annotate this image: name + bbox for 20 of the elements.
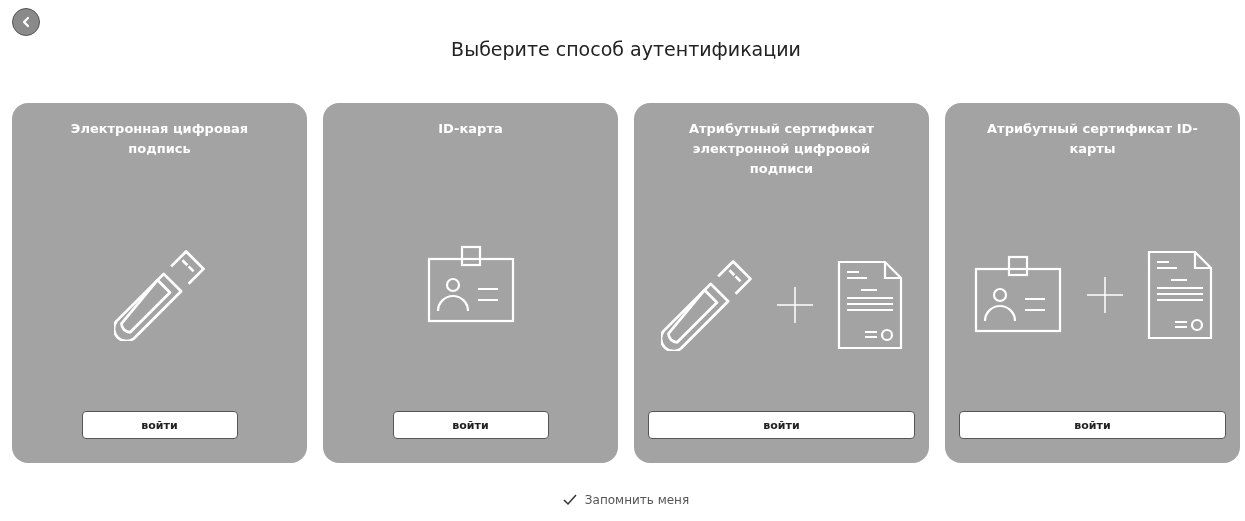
method-title: Атрибутный сертификат электронной цифровой подписи — [687, 120, 876, 178]
chevron-left-icon — [20, 16, 32, 28]
document-icon — [836, 260, 903, 350]
method-title: ID-карта — [438, 120, 503, 138]
login-button[interactable]: войти — [392, 411, 549, 439]
login-button[interactable]: войти — [81, 411, 238, 439]
document-icon — [1146, 250, 1213, 340]
login-button[interactable]: войти — [959, 411, 1226, 439]
remember-me-checkbox[interactable]: Запомнить меня — [562, 493, 690, 507]
remember-me-label: Запомнить меня — [584, 493, 690, 507]
usb-drive-icon — [113, 249, 206, 341]
login-button[interactable]: войти — [648, 411, 915, 439]
back-button[interactable] — [12, 8, 40, 36]
checkmark-icon — [562, 494, 577, 506]
id-card-icon — [425, 245, 516, 325]
usb-drive-icon — [660, 259, 753, 351]
method-title: Электронная цифровая подпись — [69, 120, 250, 158]
page-title: Выберите способ аутентификации — [451, 38, 801, 60]
id-card-icon — [972, 255, 1063, 335]
method-title: Атрибутный сертификат ID-карты — [986, 120, 1199, 158]
